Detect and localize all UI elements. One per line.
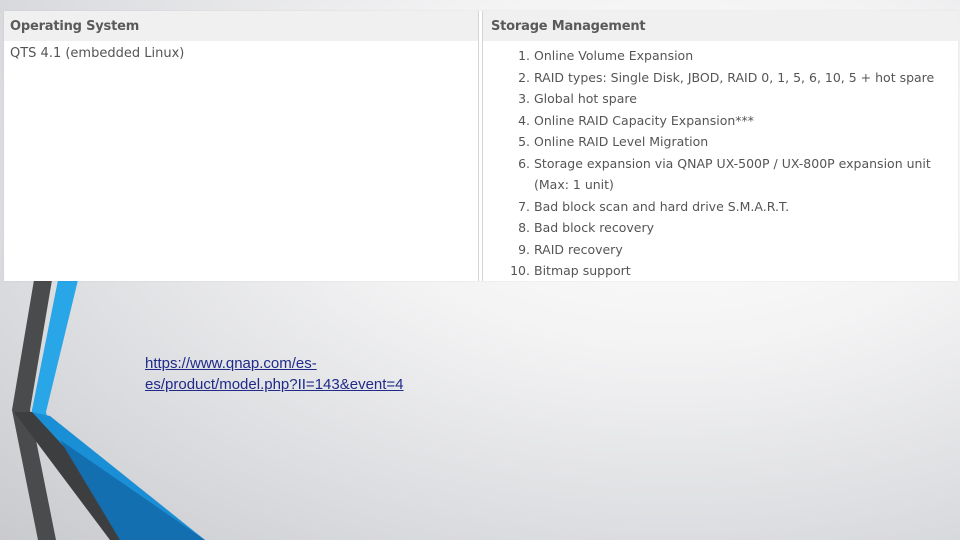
list-item-number: 9. — [518, 241, 530, 257]
list-item-text: Online RAID Level Migration — [534, 134, 709, 149]
operating-system-column: Operating System QTS 4.1 (embedded Linux… — [4, 11, 479, 281]
list-item: 6. Storage expansion via QNAP UX-500P / U… — [483, 153, 959, 196]
list-item-number: 5. — [518, 134, 530, 149]
source-url-line-1: https://www.qnap.com/es- — [145, 355, 317, 372]
list-item-number: 10. — [510, 263, 530, 278]
list-item: 3. Global hot spare — [483, 88, 959, 110]
list-item-number: 3. — [518, 91, 530, 106]
list-item: 9. RAID recovery — [483, 239, 959, 261]
storage-feature-list: 1. Online Volume Expansion 2. RAID types: … — [483, 45, 959, 282]
operating-system-value: QTS 4.1 (embedded Linux) — [10, 46, 185, 61]
list-item: 7. Bad block scan and hard drive S.M.A.R.… — [483, 196, 959, 218]
list-item-text: Online RAID Capacity Expansion*** — [534, 112, 755, 128]
list-item-text: Global hot spare — [534, 91, 637, 106]
list-item-text: Online Volume Expansion — [534, 48, 694, 63]
storage-management-column: Storage Management 1. Online Volume Expan… — [482, 11, 959, 281]
list-item: 2. RAID types: Single Disk, JBOD, RAID 0,… — [483, 67, 959, 89]
list-item-number: 1. — [518, 48, 530, 63]
source-url-link[interactable]: https://www.qnap.com/es-es/product/model… — [145, 353, 475, 395]
list-item-number: 2. — [518, 69, 530, 85]
operating-system-header: Operating System — [4, 11, 478, 41]
list-item: 8. Bad block recovery — [483, 217, 959, 239]
source-url-line-2: es/product/model.php?II=143&event=4 — [145, 376, 404, 393]
list-item-text: RAID types: Single Disk, JBOD, RAID 0, 1… — [534, 69, 935, 85]
spec-table: Operating System QTS 4.1 (embedded Linux… — [4, 11, 959, 281]
list-item-number: 4. — [518, 112, 530, 128]
list-item-text: Bad block recovery — [534, 220, 654, 235]
list-item: 10. Bitmap support — [483, 260, 959, 282]
list-item-number: 8. — [518, 220, 530, 235]
list-item-text: RAID recovery — [534, 241, 623, 257]
list-item-text: Bad block scan and hard drive S.M.A.R.T. — [534, 198, 790, 214]
storage-management-header: Storage Management — [483, 11, 959, 41]
list-item: 5. Online RAID Level Migration — [483, 131, 959, 153]
list-item: 4. Online RAID Capacity Expansion*** — [483, 110, 959, 132]
list-item: 1. Online Volume Expansion — [483, 45, 959, 67]
list-item-text: Storage expansion via QNAP UX-500P / UX-… — [534, 155, 931, 193]
list-item-number: 7. — [518, 198, 530, 214]
list-item-number: 6. — [518, 155, 530, 171]
list-item-text: Bitmap support — [534, 263, 631, 278]
